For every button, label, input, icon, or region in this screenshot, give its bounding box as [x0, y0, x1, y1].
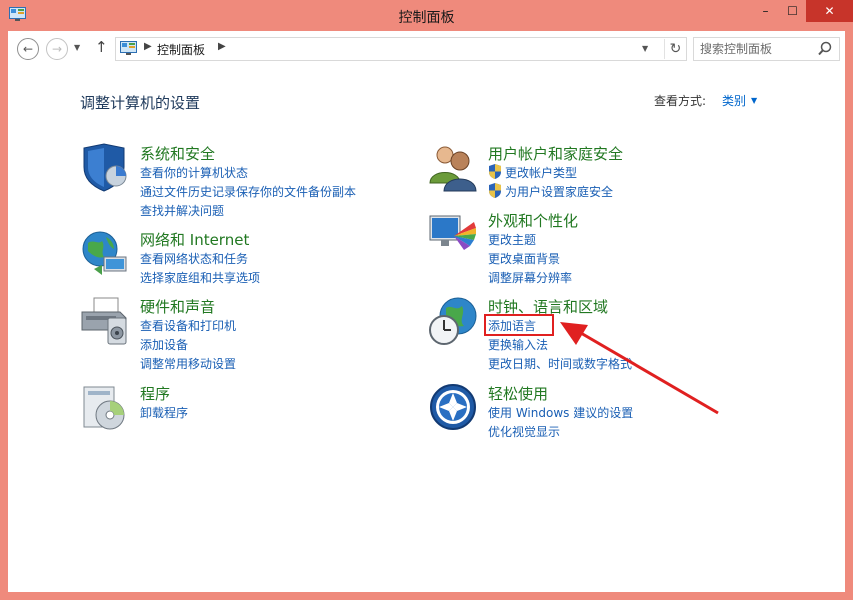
- link-homegroup-sharing[interactable]: 选择家庭组和共享选项: [140, 269, 260, 286]
- category-title[interactable]: 系统和安全: [140, 143, 215, 164]
- up-button[interactable]: ↑: [95, 38, 108, 56]
- maximize-button[interactable]: ☐: [779, 0, 806, 22]
- link-adjust-resolution[interactable]: 调整屏幕分辨率: [488, 269, 572, 286]
- shield-pie-icon: [83, 143, 127, 192]
- control-panel-window: 控制面板 – ☐ ✕ ← → ▼ ↑ ▶ 控制面板 ▶ ▼ ↻ 搜索控制面板 调…: [0, 0, 853, 600]
- window-title: 控制面板: [398, 10, 455, 26]
- forward-button[interactable]: →: [46, 38, 68, 60]
- link-family-safety[interactable]: 为用户设置家庭安全: [505, 183, 613, 200]
- category-title[interactable]: 硬件和声音: [140, 296, 215, 317]
- address-bar[interactable]: ▶ 控制面板 ▶ ▼ ↻: [115, 37, 687, 61]
- link-add-device[interactable]: 添加设备: [140, 336, 188, 353]
- content-area: 调整计算机的设置 查看方式: 类别 ▼ 系统和安全 查看你的计算机状态 通过文件…: [8, 67, 845, 592]
- uac-shield-icon: [489, 164, 501, 179]
- view-by-label: 查看方式:: [654, 94, 707, 108]
- programs-disc-icon: [83, 386, 125, 430]
- link-view-computer-status[interactable]: 查看你的计算机状态: [140, 164, 248, 181]
- category-title[interactable]: 网络和 Internet: [140, 229, 249, 250]
- link-mobility-settings[interactable]: 调整常用移动设置: [140, 355, 236, 372]
- users-icon: [429, 146, 477, 192]
- breadcrumb-chevron-icon[interactable]: ▶: [144, 41, 152, 52]
- category-title[interactable]: 外观和个性化: [488, 210, 578, 231]
- annotation-highlight-box: [484, 314, 554, 336]
- breadcrumb-chevron-icon[interactable]: ▶: [218, 41, 226, 52]
- title-bar[interactable]: 控制面板 – ☐ ✕: [0, 0, 853, 31]
- breadcrumb-control-panel[interactable]: 控制面板: [157, 41, 205, 58]
- clock-globe-icon: [429, 297, 477, 345]
- address-dropdown-icon[interactable]: ▼: [642, 44, 648, 53]
- close-button[interactable]: ✕: [806, 0, 853, 22]
- control-panel-icon: [120, 41, 137, 55]
- uac-shield-icon: [489, 183, 501, 198]
- category-title[interactable]: 用户帐户和家庭安全: [488, 143, 623, 164]
- view-by-dropdown[interactable]: 类别: [722, 92, 746, 109]
- link-change-desktop-background[interactable]: 更改桌面背景: [488, 250, 560, 267]
- refresh-icon[interactable]: ↻: [664, 39, 686, 59]
- recent-locations-dropdown[interactable]: ▼: [74, 43, 80, 52]
- network-globe-icon: [82, 231, 127, 275]
- navigation-bar: ← → ▼ ↑ ▶ 控制面板 ▶ ▼ ↻: [8, 31, 845, 67]
- ease-of-access-icon: [430, 384, 476, 430]
- page-title: 调整计算机的设置: [80, 94, 201, 112]
- chevron-down-icon[interactable]: ▼: [751, 96, 757, 105]
- back-button[interactable]: ←: [17, 38, 39, 60]
- search-box[interactable]: [693, 37, 840, 61]
- printer-speaker-icon: [81, 297, 127, 345]
- annotation-arrow-icon: [560, 322, 719, 415]
- category-title[interactable]: 程序: [140, 383, 170, 404]
- link-uninstall-program[interactable]: 卸载程序: [140, 404, 188, 421]
- search-input[interactable]: [700, 40, 812, 58]
- minimize-button[interactable]: –: [752, 0, 779, 22]
- link-troubleshoot[interactable]: 查找并解决问题: [140, 202, 224, 219]
- link-file-history-backup[interactable]: 通过文件历史记录保存你的文件备份副本: [140, 183, 356, 200]
- search-icon[interactable]: [818, 41, 832, 57]
- monitor-palette-icon: [429, 215, 476, 250]
- link-change-input-method[interactable]: 更换输入法: [488, 336, 548, 353]
- link-devices-printers[interactable]: 查看设备和打印机: [140, 317, 236, 334]
- link-change-account-type[interactable]: 更改帐户类型: [505, 164, 577, 181]
- link-change-theme[interactable]: 更改主题: [488, 231, 536, 248]
- category-title[interactable]: 轻松使用: [488, 383, 548, 404]
- link-network-status[interactable]: 查看网络状态和任务: [140, 250, 248, 267]
